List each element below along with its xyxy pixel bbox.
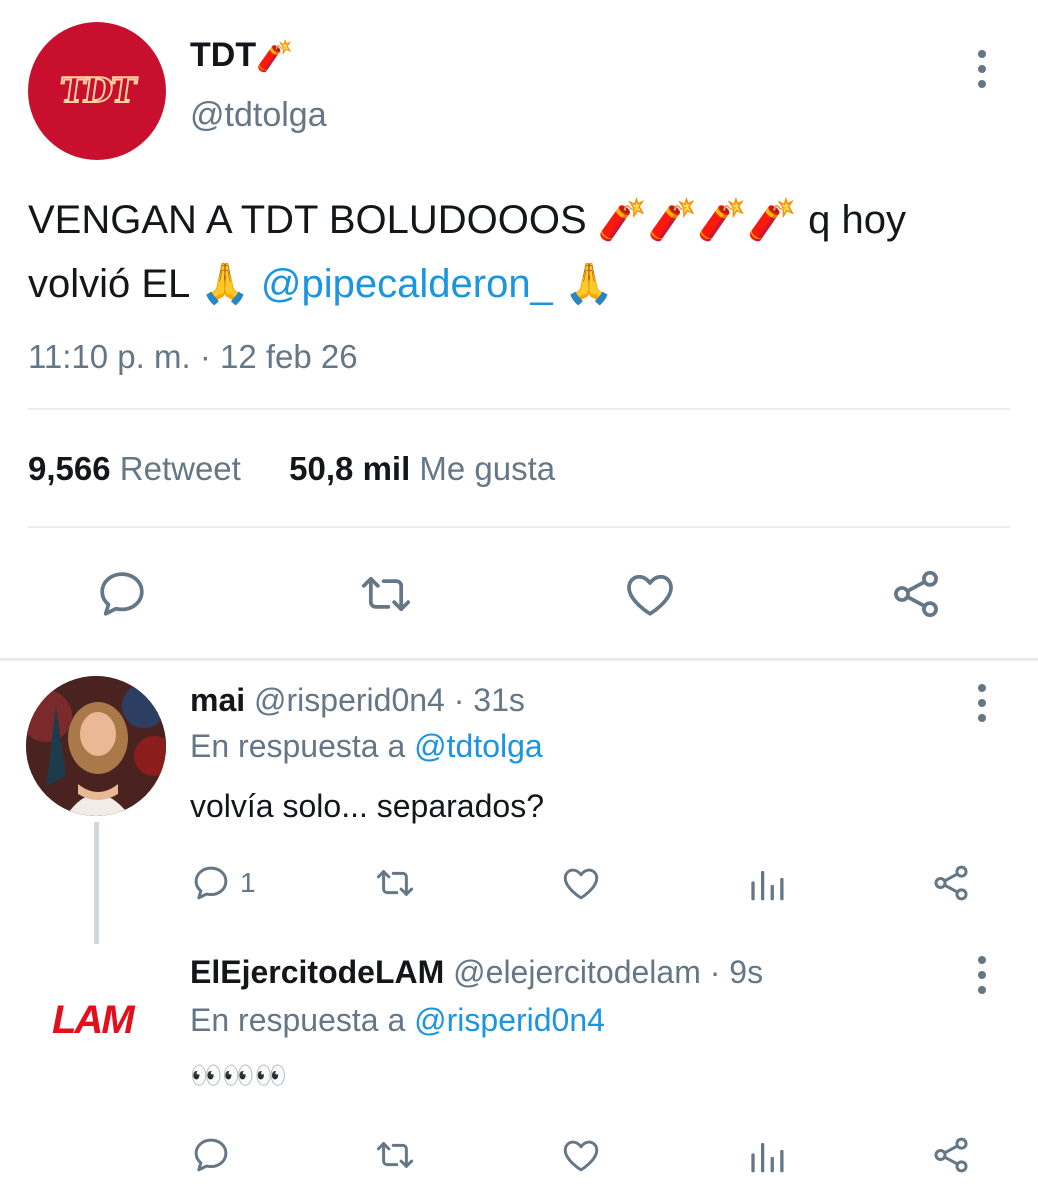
reply-to-line: En respuesta a @tdtolga [190,728,543,765]
like-label: Me gusta [419,450,556,487]
reply-count: 1 [240,867,256,898]
more-options-icon[interactable] [972,684,992,722]
reply-time[interactable]: · 31s [454,682,525,718]
author-avatar[interactable]: TDT [28,22,166,160]
retweet-icon[interactable] [358,566,414,622]
like-stat[interactable]: 50,8 mil Me gusta [289,450,555,487]
mention-link[interactable]: @pipecalderon_ [261,262,553,306]
tweet-timestamp[interactable]: 11:10 p. m. · 12 feb 26 [28,338,358,376]
retweet-stat[interactable]: 9,566 Retweet [28,450,241,487]
avatar-logo-text: TDT [56,70,138,112]
reply-header: ElEjercitodeLAM @elejercitodelam · 9s [190,954,763,991]
lam-avatar-logo[interactable]: LAM [52,998,135,1043]
analytics-icon[interactable] [746,1134,788,1176]
share-icon[interactable] [930,862,972,904]
pray-emoji: 🙏 [199,262,250,306]
reply-display-name[interactable]: mai [190,682,245,718]
reply-icon[interactable] [94,566,150,622]
retweet-count: 9,566 [28,450,111,487]
reply-icon[interactable] [190,1134,232,1176]
more-options-icon[interactable] [972,956,992,994]
reply-time[interactable]: · 9s [710,954,763,990]
author-handle[interactable]: @tdtolga [190,96,327,135]
dynamite-emoji: 🧨 [256,40,294,73]
pray-emoji: 🙏 [563,262,614,306]
reply-to-handle[interactable]: @risperid0n4 [414,1002,605,1038]
retweet-label: Retweet [119,450,241,487]
reply-handle[interactable]: @elejercitodelam [453,954,701,990]
tweet-text: VENGAN A TDT BOLUDOOOS 🧨🧨🧨🧨 q hoy volvió… [28,188,1008,316]
share-icon[interactable] [888,566,944,622]
avatar-photo [26,676,166,816]
retweet-icon[interactable] [374,862,416,904]
retweet-icon[interactable] [374,1134,416,1176]
tweet-stats: 9,566 Retweet 50,8 mil Me gusta [28,450,555,488]
like-count: 50,8 mil [289,450,411,487]
reply-to-label: En respuesta a [190,728,406,764]
more-options-icon[interactable] [972,50,992,88]
reply-handle[interactable]: @risperid0n4 [254,682,445,718]
thread-line [94,822,99,944]
reply-action[interactable]: 1 [190,862,256,904]
reply-text: 👀👀👀 [190,1060,288,1090]
reply-to-handle[interactable]: @tdtolga [414,728,543,764]
section-separator [0,658,1038,661]
display-name-text: TDT [190,36,257,74]
analytics-icon[interactable] [746,862,788,904]
reply-text: volvía solo... separados? [190,788,544,824]
reply-display-name[interactable]: ElEjercitodeLAM [190,954,444,990]
divider [28,526,1010,528]
like-icon[interactable] [560,862,602,904]
reply-header: mai @risperid0n4 · 31s [190,682,525,719]
divider [28,408,1010,410]
reply-to-line: En respuesta a @risperid0n4 [190,1002,605,1039]
reply-avatar[interactable] [26,676,166,816]
like-icon[interactable] [622,566,678,622]
reply-icon[interactable] [190,862,232,904]
like-icon[interactable] [560,1134,602,1176]
author-display-name[interactable]: TDT🧨 [190,36,293,75]
tweet-text-part1: VENGAN A TDT BOLUDOOOS [28,198,587,242]
reply-to-label: En respuesta a [190,1002,406,1038]
share-icon[interactable] [930,1134,972,1176]
dynamite-emojis: 🧨🧨🧨🧨 [597,198,798,242]
